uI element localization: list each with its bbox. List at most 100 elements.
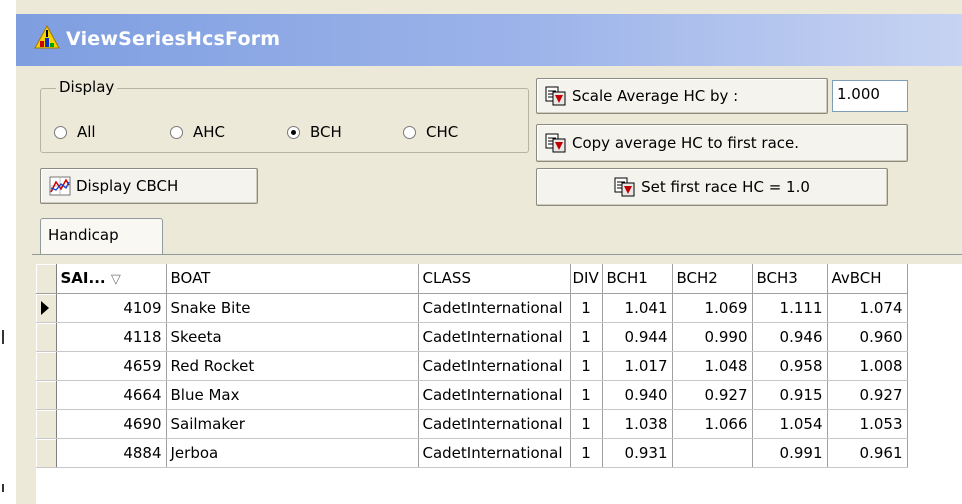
cell-avbch[interactable]: 0.960 bbox=[827, 322, 908, 352]
cell-boat[interactable]: Blue Max bbox=[166, 380, 419, 410]
cell-avbch[interactable]: 1.053 bbox=[827, 409, 908, 439]
cell-sail[interactable]: 4884 bbox=[56, 438, 167, 468]
row-indicator[interactable] bbox=[36, 322, 57, 352]
tab-handicap-label: Handicap bbox=[48, 226, 119, 244]
radio-all[interactable]: All bbox=[54, 122, 96, 142]
cell-div[interactable]: 1 bbox=[570, 322, 603, 352]
tab-handicap[interactable]: Handicap bbox=[40, 218, 163, 254]
cell-avbch[interactable]: 0.961 bbox=[827, 438, 908, 468]
cell-bch2[interactable]: 1.048 bbox=[672, 351, 753, 381]
cell-sail[interactable]: 4109 bbox=[56, 293, 167, 323]
radio-bch-label: BCH bbox=[310, 123, 342, 141]
cell-class[interactable]: CadetInternational bbox=[418, 438, 571, 468]
cell-div[interactable]: 1 bbox=[570, 409, 603, 439]
cell-div[interactable]: 1 bbox=[570, 438, 603, 468]
cell-avbch[interactable]: 1.008 bbox=[827, 351, 908, 381]
cell-boat[interactable]: Skeeta bbox=[166, 322, 419, 352]
column-header-bch3[interactable]: BCH3 bbox=[752, 264, 828, 294]
cell-class[interactable]: CadetInternational bbox=[418, 409, 571, 439]
cell-bch2[interactable]: 0.990 bbox=[672, 322, 753, 352]
cell-bch1[interactable]: 1.038 bbox=[602, 409, 673, 439]
display-group-legend: Display bbox=[56, 78, 118, 96]
cell-bch3[interactable]: 1.054 bbox=[752, 409, 828, 439]
cell-bch1[interactable]: 1.017 bbox=[602, 351, 673, 381]
cell-class[interactable]: CadetInternational bbox=[418, 293, 571, 323]
cell-sail[interactable]: 4664 bbox=[56, 380, 167, 410]
radio-chc-label: CHC bbox=[426, 123, 459, 141]
column-header-class[interactable]: CLASS bbox=[418, 264, 571, 294]
cell-class[interactable]: CadetInternational bbox=[418, 322, 571, 352]
copy-document-icon bbox=[545, 133, 566, 153]
table-row[interactable]: 4690 Sailmaker CadetInternational 1 1.03… bbox=[36, 409, 908, 439]
radio-ahc-dot bbox=[170, 125, 183, 139]
cell-boat[interactable]: Snake Bite bbox=[166, 293, 419, 323]
set-first-race-button[interactable]: Set first race HC = 1.0 bbox=[536, 168, 888, 206]
window-title: ViewSeriesHcsForm bbox=[66, 28, 281, 50]
cell-bch1[interactable]: 1.041 bbox=[602, 293, 673, 323]
table-row[interactable]: 4664 Blue Max CadetInternational 1 0.940… bbox=[36, 380, 908, 410]
copy-document-icon bbox=[614, 177, 635, 197]
cell-bch3[interactable]: 0.991 bbox=[752, 438, 828, 468]
cell-avbch[interactable]: 0.927 bbox=[827, 380, 908, 410]
table-row[interactable]: 4109 Snake Bite CadetInternational 1 1.0… bbox=[36, 293, 908, 323]
radio-ahc-label: AHC bbox=[193, 123, 226, 141]
column-header-div[interactable]: DIV bbox=[570, 264, 603, 294]
cell-sail[interactable]: 4659 bbox=[56, 351, 167, 381]
cell-div[interactable]: 1 bbox=[570, 380, 603, 410]
radio-bch[interactable]: BCH bbox=[287, 122, 342, 142]
display-cbch-button[interactable]: Display CBCH bbox=[40, 168, 258, 204]
column-header-bch2[interactable]: BCH2 bbox=[672, 264, 753, 294]
cell-bch2[interactable] bbox=[672, 438, 753, 468]
copy-document-icon bbox=[545, 86, 566, 106]
radio-chc[interactable]: CHC bbox=[403, 122, 458, 142]
chart-icon bbox=[49, 176, 71, 196]
cell-bch3[interactable]: 1.111 bbox=[752, 293, 828, 323]
radio-ahc[interactable]: AHC bbox=[170, 122, 225, 142]
header-indicator bbox=[36, 264, 57, 294]
row-indicator[interactable] bbox=[36, 293, 57, 323]
app-warning-icon bbox=[34, 24, 60, 49]
column-header-bch1[interactable]: BCH1 bbox=[602, 264, 673, 294]
row-indicator[interactable] bbox=[36, 380, 57, 410]
copy-average-button[interactable]: Copy average HC to first race. bbox=[536, 124, 908, 162]
cell-bch3[interactable]: 0.915 bbox=[752, 380, 828, 410]
cell-bch2[interactable]: 0.927 bbox=[672, 380, 753, 410]
cell-class[interactable]: CadetInternational bbox=[418, 380, 571, 410]
cell-avbch[interactable]: 1.074 bbox=[827, 293, 908, 323]
scale-average-label: Scale Average HC by : bbox=[572, 87, 739, 105]
table-row[interactable]: 4118 Skeeta CadetInternational 1 0.944 0… bbox=[36, 322, 908, 352]
table-row[interactable]: 4884 Jerboa CadetInternational 1 0.931 0… bbox=[36, 438, 908, 468]
table-row[interactable]: 4659 Red Rocket CadetInternational 1 1.0… bbox=[36, 351, 908, 381]
cell-div[interactable]: 1 bbox=[570, 351, 603, 381]
cell-bch2[interactable]: 1.069 bbox=[672, 293, 753, 323]
cell-sail[interactable]: 4118 bbox=[56, 322, 167, 352]
handicap-grid[interactable]: SAI... ▽ BOAT CLASS DIV BCH1 BCH2 BCH3 A… bbox=[36, 264, 962, 504]
row-indicator[interactable] bbox=[36, 438, 57, 468]
grid-header-row: SAI... ▽ BOAT CLASS DIV BCH1 BCH2 BCH3 A… bbox=[36, 264, 908, 294]
row-indicator[interactable] bbox=[36, 351, 57, 381]
cell-boat[interactable]: Red Rocket bbox=[166, 351, 419, 381]
cell-bch3[interactable]: 0.946 bbox=[752, 322, 828, 352]
title-bar[interactable]: ViewSeriesHcsForm bbox=[16, 14, 962, 66]
display-cbch-label: Display CBCH bbox=[76, 177, 179, 195]
row-indicator[interactable] bbox=[36, 409, 57, 439]
window: ViewSeriesHcsForm Display All AHC BCH CH… bbox=[16, 0, 962, 504]
cell-bch2[interactable]: 1.066 bbox=[672, 409, 753, 439]
radio-all-label: All bbox=[77, 123, 96, 141]
column-header-sail[interactable]: SAI... ▽ bbox=[56, 264, 167, 294]
edge-artifact bbox=[2, 330, 4, 344]
cell-sail[interactable]: 4690 bbox=[56, 409, 167, 439]
cell-boat[interactable]: Jerboa bbox=[166, 438, 419, 468]
scale-average-button[interactable]: Scale Average HC by : bbox=[536, 78, 828, 114]
scale-factor-input[interactable]: 1.000 bbox=[832, 80, 908, 112]
cell-class[interactable]: CadetInternational bbox=[418, 351, 571, 381]
column-header-avbch[interactable]: AvBCH bbox=[827, 264, 908, 294]
cell-bch1[interactable]: 0.940 bbox=[602, 380, 673, 410]
cell-bch3[interactable]: 0.958 bbox=[752, 351, 828, 381]
cell-div[interactable]: 1 bbox=[570, 293, 603, 323]
column-header-boat[interactable]: BOAT bbox=[166, 264, 419, 294]
edge-artifact bbox=[2, 484, 4, 492]
cell-bch1[interactable]: 0.944 bbox=[602, 322, 673, 352]
cell-boat[interactable]: Sailmaker bbox=[166, 409, 419, 439]
cell-bch1[interactable]: 0.931 bbox=[602, 438, 673, 468]
